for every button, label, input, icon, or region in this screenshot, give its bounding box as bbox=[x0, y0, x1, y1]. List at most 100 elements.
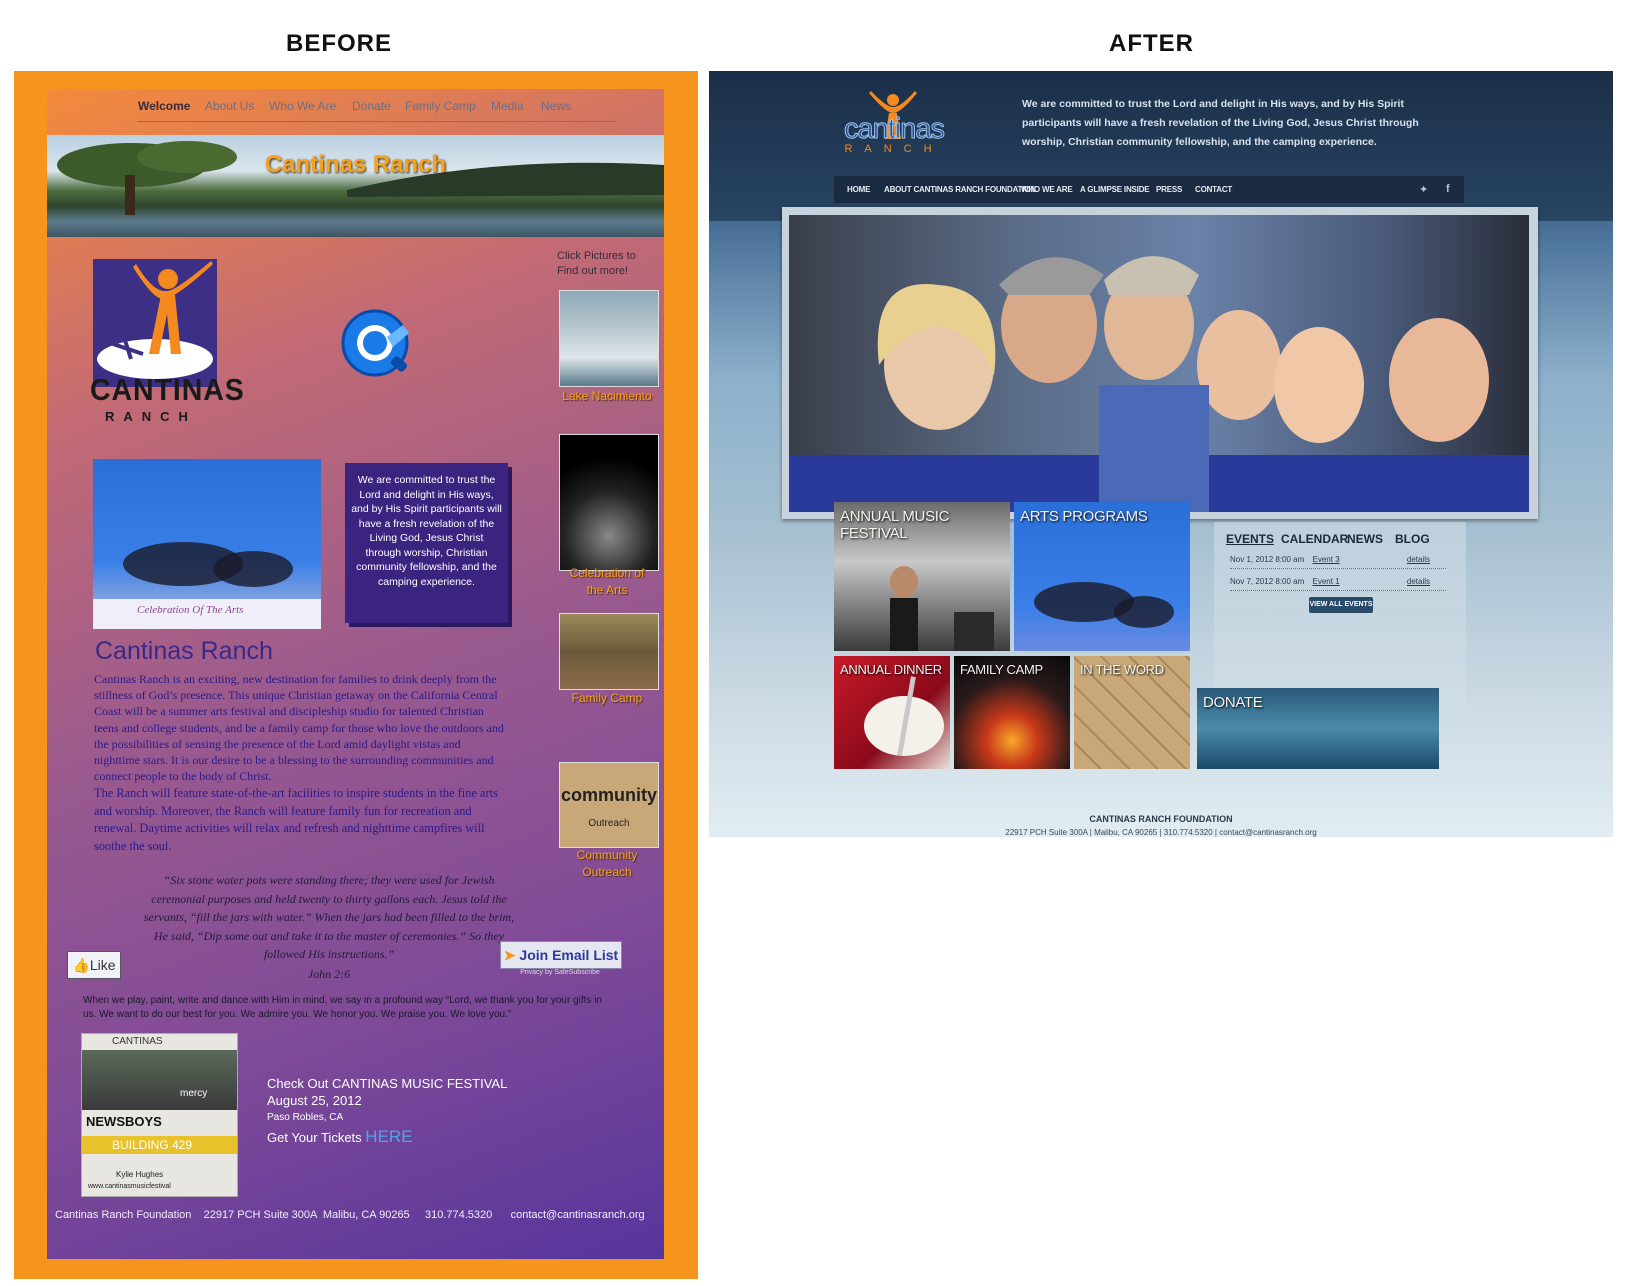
facebook-icon[interactable]: f bbox=[1446, 183, 1450, 195]
before-page: Welcome About Us Who We Are Donate Famil… bbox=[47, 89, 664, 1259]
thumb-art-community: community bbox=[560, 785, 657, 805]
festival-promo: Check Out CANTINAS MUSIC FESTIVAL August… bbox=[267, 1075, 567, 1146]
hero-slider-photo[interactable] bbox=[789, 215, 1529, 512]
poster-kylie: Kylie Hughes bbox=[116, 1170, 164, 1179]
nav-divider bbox=[137, 121, 617, 122]
tab-calendar[interactable]: CALENDAR bbox=[1281, 532, 1348, 546]
event-name-link[interactable]: Event 3 bbox=[1313, 555, 1340, 564]
nav-about-us[interactable]: About Us bbox=[205, 99, 254, 113]
festival-tickets-label: Get Your Tickets bbox=[267, 1130, 362, 1145]
logo-word: cantinas bbox=[843, 113, 945, 146]
event-date: Nov 7, 2012 8:00 am bbox=[1230, 577, 1305, 586]
after-page: cantinas RANCH We are committed to trust… bbox=[709, 71, 1613, 837]
caption-community-outreach[interactable]: Community Outreach bbox=[567, 847, 647, 881]
tile-music-festival-label: ANNUAL MUSIC FESTIVAL bbox=[840, 508, 950, 542]
caption-lake-nacimiento[interactable]: Lake Nacimiento bbox=[547, 388, 667, 405]
site-tagline: We are committed to trust the Lord and d… bbox=[1022, 98, 1419, 148]
poster-mercy: mercy bbox=[180, 1088, 208, 1099]
tile-annual-dinner-label: ANNUAL DINNER bbox=[840, 662, 942, 677]
thumb-art-outreach: Outreach bbox=[588, 818, 630, 829]
nav-welcome[interactable]: Welcome bbox=[138, 99, 190, 113]
nav-who-we-are[interactable]: Who We Are bbox=[269, 99, 336, 113]
thumb-family-camp[interactable] bbox=[559, 613, 659, 690]
thumb-celebration-arts[interactable] bbox=[559, 434, 659, 571]
logo-wordmark: CANTINAS bbox=[90, 372, 245, 407]
main-navigation: HOME ABOUT CANTINAS RANCH FOUNDATION WHO… bbox=[834, 176, 1464, 203]
tile-annual-dinner[interactable]: ANNUAL DINNER bbox=[834, 656, 950, 769]
poster-url: www.cantinasmusicfestival bbox=[88, 1183, 171, 1190]
intro-paragraph-1: Cantinas Ranch is an exciting, new desti… bbox=[94, 672, 504, 784]
page-title: Cantinas Ranch bbox=[95, 637, 273, 665]
tab-blog[interactable]: BLOG bbox=[1395, 532, 1430, 546]
tile-donate[interactable]: DONATE bbox=[1197, 688, 1439, 769]
nav-contact[interactable]: CONTACT bbox=[1195, 185, 1232, 194]
nav-home[interactable]: HOME bbox=[847, 185, 870, 194]
festival-title: Check Out CANTINAS MUSIC FESTIVAL bbox=[267, 1076, 508, 1091]
poster-band-photo bbox=[82, 1050, 237, 1110]
nav-about-foundation[interactable]: ABOUT CANTINAS RANCH FOUNDATION bbox=[884, 185, 1036, 194]
tab-news[interactable]: NEWS bbox=[1347, 532, 1383, 546]
banner-title: Cantinas Ranch bbox=[264, 151, 447, 178]
festival-tickets: Get Your Tickets HERE bbox=[267, 1128, 567, 1146]
like-label: Like bbox=[89, 957, 116, 973]
nav-glimpse-inside[interactable]: A GLIMPSE INSIDE bbox=[1080, 185, 1150, 194]
event-details-link[interactable]: details bbox=[1407, 577, 1430, 586]
nav-donate[interactable]: Donate bbox=[352, 99, 391, 113]
quicktime-icon[interactable] bbox=[339, 307, 419, 387]
poster-newsboys: NEWSBOYS bbox=[86, 1114, 162, 1129]
nav-media[interactable]: Media bbox=[491, 99, 524, 113]
before-heading: BEFORE bbox=[286, 30, 393, 57]
cantinas-ranch-logo[interactable]: cantinas RANCH bbox=[831, 91, 957, 161]
before-footer: Cantinas Ranch Foundation 22917 PCH Suit… bbox=[55, 1209, 645, 1221]
click-instructions: Click Pictures to Find out more! bbox=[557, 250, 636, 277]
commitment-box: We are committed to trust the Lord and d… bbox=[345, 463, 508, 623]
tab-events[interactable]: EVENTS bbox=[1226, 532, 1274, 546]
thumb-lake-nacimiento[interactable] bbox=[559, 290, 659, 387]
tile-arts-programs[interactable]: ARTS PROGRAMS bbox=[1014, 502, 1190, 651]
arrow-right-icon: ➤ bbox=[503, 947, 516, 963]
music-festival-poster[interactable]: CANTINAS mercy NEWSBOYS BUILDING 429 Kyl… bbox=[81, 1033, 238, 1197]
nav-news[interactable]: News bbox=[541, 99, 571, 113]
dance-caption: Celebration Of The Arts bbox=[137, 604, 244, 616]
scripture-quote: “Six stone water pots were standing ther… bbox=[143, 873, 515, 961]
thumb-community-outreach[interactable]: community Outreach bbox=[559, 762, 659, 848]
poster-brand: CANTINAS bbox=[112, 1036, 163, 1047]
after-heading: AFTER bbox=[1109, 30, 1194, 57]
tile-in-the-word-label: IN THE WORD bbox=[1080, 662, 1164, 677]
view-all-events-button[interactable]: VIEW ALL EVENTS bbox=[1309, 597, 1373, 613]
scripture-reference: John 2:6 bbox=[307, 967, 351, 981]
tickets-here-link[interactable]: HERE bbox=[365, 1127, 412, 1146]
events-panel: EVENTS CALENDAR NEWS BLOG Nov 1, 2012 8:… bbox=[1214, 522, 1466, 712]
caption-family-camp[interactable]: Family Camp bbox=[547, 690, 667, 707]
tile-family-camp[interactable]: FAMILY CAMP bbox=[954, 656, 1070, 769]
nav-who-we-are[interactable]: WHO WE ARE bbox=[1021, 185, 1073, 194]
join-email-list-button[interactable]: ➤ Join Email List bbox=[500, 941, 622, 969]
event-details-link[interactable]: details bbox=[1407, 555, 1430, 564]
after-footer-address: 22917 PCH Suite 300A | Malibu, CA 90265 … bbox=[1005, 828, 1317, 837]
event-row: Nov 1, 2012 8:00 am Event 3 details bbox=[1230, 555, 1446, 569]
prayer-text: When we play, paint, write and dance wit… bbox=[83, 995, 602, 1020]
group-photo-illustration bbox=[789, 256, 1529, 512]
thumbs-up-icon: 👍 bbox=[72, 957, 90, 973]
logo-subtext: RANCH bbox=[105, 409, 197, 424]
twitter-icon[interactable]: ✦ bbox=[1419, 183, 1428, 196]
intro-paragraph-2: The Ranch will feature state-of-the-art … bbox=[94, 786, 498, 853]
event-date: Nov 1, 2012 8:00 am bbox=[1230, 555, 1305, 564]
festival-location: Paso Robles, CA bbox=[267, 1112, 344, 1123]
festival-date: August 25, 2012 bbox=[267, 1093, 362, 1108]
nav-press[interactable]: PRESS bbox=[1156, 185, 1182, 194]
nav-family-camp[interactable]: Family Camp bbox=[405, 99, 476, 113]
tile-music-festival[interactable]: ANNUAL MUSIC FESTIVAL bbox=[834, 502, 1010, 651]
tile-family-camp-label: FAMILY CAMP bbox=[960, 662, 1043, 677]
after-footer-title: CANTINAS RANCH FOUNDATION bbox=[1089, 814, 1233, 824]
join-email-list-label: Join Email List bbox=[519, 947, 619, 963]
caption-celebration-arts[interactable]: Celebration of the Arts bbox=[567, 565, 647, 599]
tile-in-the-word[interactable]: IN THE WORD bbox=[1074, 656, 1190, 769]
poster-building-429: BUILDING 429 bbox=[112, 1138, 193, 1152]
safesubscribe-badge[interactable]: Privacy by SafeSubscribe bbox=[500, 969, 620, 976]
event-name-link[interactable]: Event 1 bbox=[1313, 577, 1340, 586]
facebook-like-button[interactable]: 👍Like bbox=[67, 951, 121, 979]
intro-text: Cantinas Ranch is an exciting, new desti… bbox=[94, 671, 504, 855]
event-row: Nov 7, 2012 8:00 am Event 1 details bbox=[1230, 577, 1446, 591]
dance-photo[interactable]: Celebration Of The Arts bbox=[93, 459, 321, 629]
